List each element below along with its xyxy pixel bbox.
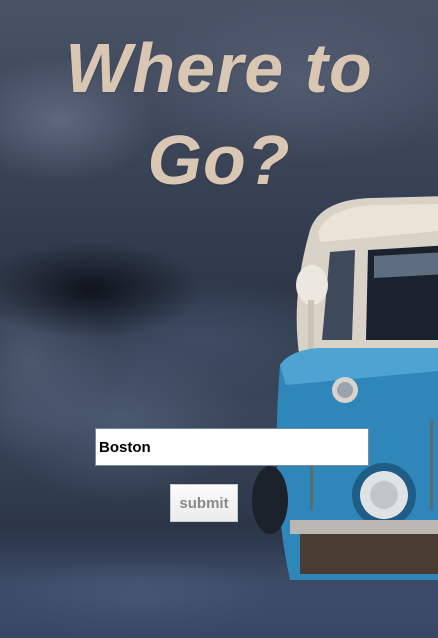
van-image: [252, 196, 438, 580]
page-title: Where to Go?: [0, 22, 438, 206]
destination-input[interactable]: [95, 428, 369, 466]
submit-button[interactable]: submit: [170, 484, 238, 522]
title-line-1: Where to: [65, 29, 373, 107]
title-line-2: Go?: [147, 121, 291, 199]
page: Where to Go? submit: [0, 0, 438, 638]
